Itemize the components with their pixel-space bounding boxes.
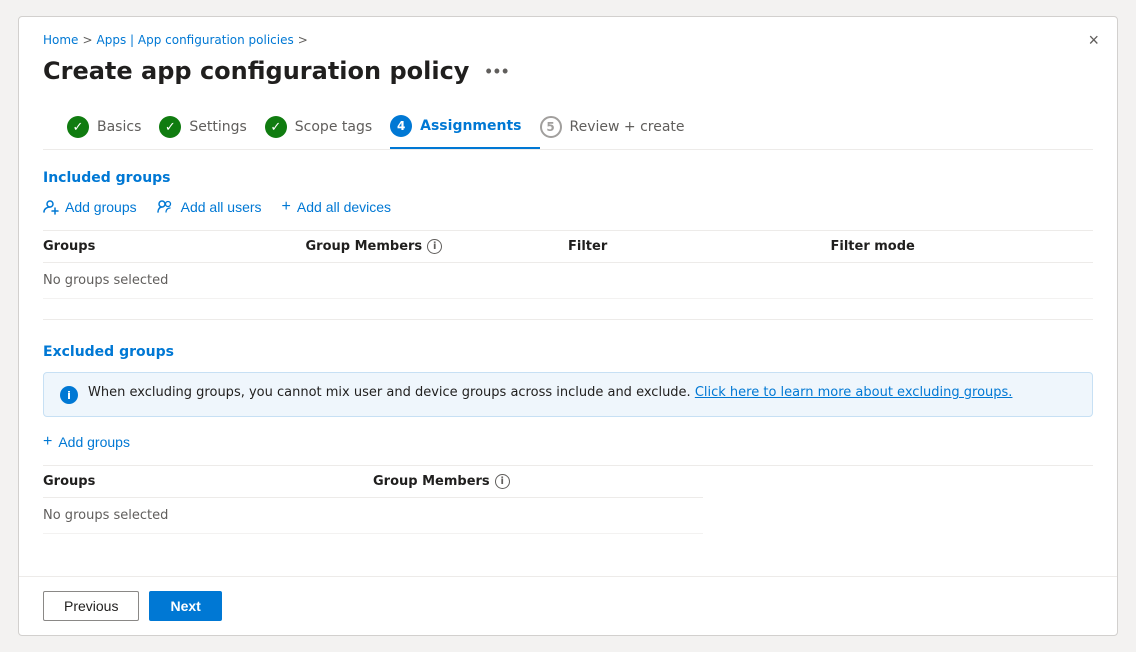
col-groups-excluded: Groups — [43, 474, 373, 489]
info-banner-icon: i — [60, 386, 78, 404]
info-banner-text: When excluding groups, you cannot mix us… — [88, 385, 1012, 400]
info-banner: i When excluding groups, you cannot mix … — [43, 372, 1093, 417]
included-groups-table: Groups Group Members i Filter Filter mod… — [43, 230, 1093, 299]
step-number-assignments: 4 — [397, 119, 405, 133]
col-filter-mode-included: Filter mode — [831, 239, 1094, 254]
add-user-icon — [43, 199, 59, 215]
excluded-groups-section: Excluded groups i When excluding groups,… — [43, 344, 1093, 534]
add-all-devices-plus-icon: + — [282, 198, 291, 216]
panel-header: Home > Apps | App configuration policies… — [19, 17, 1117, 150]
included-groups-action-bar: Add groups Add all users + Add all devic… — [43, 198, 1093, 216]
panel-content: Included groups Add groups — [19, 150, 1117, 576]
breadcrumb-sep2: > — [298, 33, 308, 47]
section-divider — [43, 319, 1093, 320]
step-review-create[interactable]: 5 Review + create — [540, 106, 703, 148]
title-row: Create app configuration policy ••• — [43, 57, 1093, 85]
col-group-members-excluded: Group Members i — [373, 474, 703, 489]
steps-row: ✓ Basics ✓ Settings ✓ Scope tags — [43, 105, 1093, 150]
add-groups-button[interactable]: Add groups — [43, 199, 137, 215]
col-filter-included: Filter — [568, 239, 831, 254]
add-groups-excluded-button[interactable]: + Add groups — [43, 433, 130, 451]
checkmark-settings: ✓ — [165, 120, 176, 135]
included-groups-section: Included groups Add groups — [43, 170, 1093, 299]
next-button[interactable]: Next — [149, 591, 221, 621]
previous-button[interactable]: Previous — [43, 591, 139, 621]
checkmark-scope-tags: ✓ — [270, 120, 281, 135]
breadcrumb: Home > Apps | App configuration policies… — [43, 33, 1093, 47]
included-groups-table-header: Groups Group Members i Filter Filter mod… — [43, 231, 1093, 263]
col-groups-included: Groups — [43, 239, 306, 254]
excluded-groups-title: Excluded groups — [43, 344, 1093, 360]
checkmark-basics: ✓ — [73, 120, 84, 135]
excluded-groups-empty-text: No groups selected — [43, 508, 373, 523]
col-group-members-included: Group Members i — [306, 239, 569, 254]
step-circle-assignments: 4 — [390, 115, 412, 137]
breadcrumb-apps[interactable]: Apps | App configuration policies — [97, 33, 294, 47]
step-label-assignments: Assignments — [420, 118, 521, 134]
panel-footer: Previous Next — [19, 576, 1117, 635]
excluded-groups-action-bar: + Add groups — [43, 433, 1093, 451]
breadcrumb-sep1: > — [82, 33, 92, 47]
excluded-groups-table: Groups Group Members i No groups selecte… — [43, 465, 1093, 534]
step-circle-scope-tags: ✓ — [265, 116, 287, 138]
excluded-groups-empty-row: No groups selected — [43, 498, 703, 534]
add-all-devices-label: Add all devices — [297, 199, 391, 215]
included-groups-empty-row: No groups selected — [43, 263, 1093, 299]
add-all-users-button[interactable]: Add all users — [157, 199, 262, 215]
step-label-settings: Settings — [189, 119, 246, 135]
group-members-excluded-info-icon[interactable]: i — [495, 474, 510, 489]
more-options-button[interactable]: ••• — [479, 59, 516, 84]
step-assignments[interactable]: 4 Assignments — [390, 105, 539, 149]
included-groups-title: Included groups — [43, 170, 1093, 186]
step-number-review-create: 5 — [546, 120, 554, 134]
step-label-basics: Basics — [97, 119, 141, 135]
included-groups-empty-text: No groups selected — [43, 273, 306, 288]
add-groups-label: Add groups — [65, 199, 137, 215]
step-label-scope-tags: Scope tags — [295, 119, 372, 135]
add-groups-excluded-plus-icon: + — [43, 433, 52, 451]
step-circle-settings: ✓ — [159, 116, 181, 138]
step-basics[interactable]: ✓ Basics — [67, 106, 159, 148]
step-scope-tags[interactable]: ✓ Scope tags — [265, 106, 390, 148]
add-all-devices-button[interactable]: + Add all devices — [282, 198, 392, 216]
add-groups-excluded-label: Add groups — [58, 434, 130, 450]
step-circle-basics: ✓ — [67, 116, 89, 138]
step-label-review-create: Review + create — [570, 119, 685, 135]
add-all-users-label: Add all users — [181, 199, 262, 215]
page-title: Create app configuration policy — [43, 57, 469, 85]
create-policy-panel: Home > Apps | App configuration policies… — [18, 16, 1118, 636]
add-all-users-icon — [157, 199, 175, 215]
learn-more-link[interactable]: Click here to learn more about excluding… — [695, 385, 1013, 400]
breadcrumb-home[interactable]: Home — [43, 33, 78, 47]
step-circle-review-create: 5 — [540, 116, 562, 138]
excluded-groups-table-header: Groups Group Members i — [43, 466, 703, 498]
group-members-info-icon[interactable]: i — [427, 239, 442, 254]
close-button[interactable]: × — [1088, 31, 1099, 49]
step-settings[interactable]: ✓ Settings — [159, 106, 264, 148]
